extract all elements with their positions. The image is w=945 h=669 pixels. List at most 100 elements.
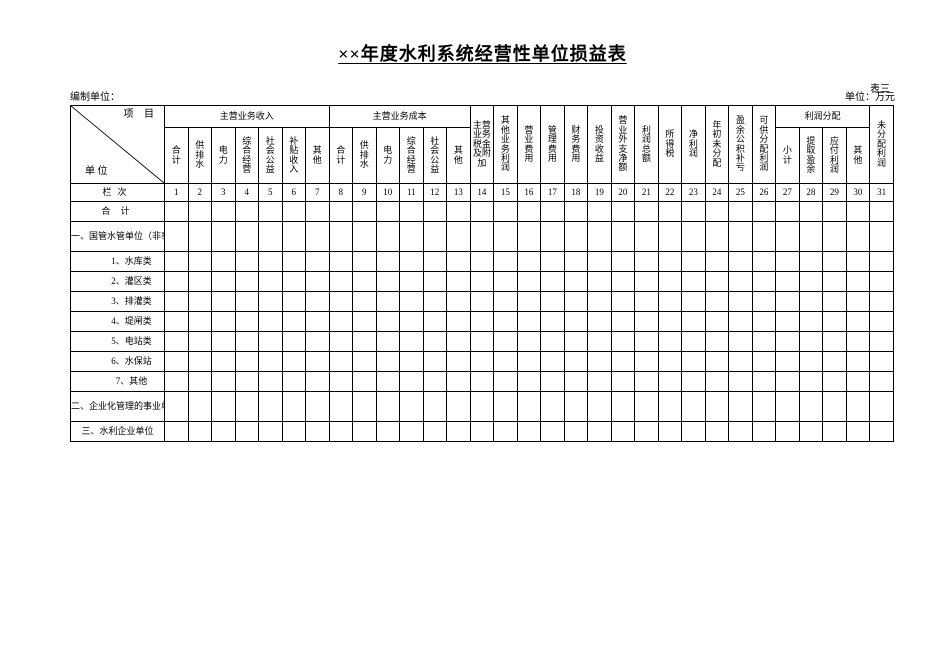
col-header: 未 分 配 利 润 — [870, 106, 894, 184]
column-number: 24 — [705, 184, 729, 202]
data-cell — [870, 392, 894, 422]
data-cell — [376, 422, 400, 442]
data-cell — [165, 352, 189, 372]
data-cell — [282, 252, 306, 272]
data-cell — [423, 422, 447, 442]
row-label: 4、堤闸类 — [71, 312, 165, 332]
data-cell — [658, 392, 682, 422]
data-cell — [353, 372, 377, 392]
data-cell — [611, 202, 635, 222]
data-cell — [423, 252, 447, 272]
data-cell — [282, 332, 306, 352]
data-cell — [658, 332, 682, 352]
data-cell — [376, 272, 400, 292]
data-cell — [353, 352, 377, 372]
data-cell — [682, 312, 706, 332]
data-cell — [353, 312, 377, 332]
data-cell — [541, 372, 565, 392]
data-cell — [870, 312, 894, 332]
data-cell — [306, 202, 330, 222]
data-cell — [658, 372, 682, 392]
corner-cell: 项 目 单 位 — [71, 106, 165, 184]
data-cell — [235, 222, 259, 252]
data-cell — [212, 252, 236, 272]
data-cell — [611, 222, 635, 252]
data-cell — [729, 202, 753, 222]
data-cell — [188, 352, 212, 372]
data-cell — [329, 332, 353, 352]
column-number: 5 — [259, 184, 283, 202]
row-label: 5、电站类 — [71, 332, 165, 352]
data-cell — [611, 332, 635, 352]
data-cell — [729, 272, 753, 292]
data-cell — [588, 202, 612, 222]
column-number: 23 — [682, 184, 706, 202]
table-row: 一、国管水管单位（非事业化） — [71, 222, 894, 252]
data-cell — [259, 222, 283, 252]
data-cell — [588, 292, 612, 312]
table-row: 2、灌区类 — [71, 272, 894, 292]
data-cell — [611, 372, 635, 392]
data-cell — [235, 352, 259, 372]
data-cell — [611, 292, 635, 312]
col-header: 其 他 — [306, 128, 330, 184]
data-cell — [517, 372, 541, 392]
data-cell — [776, 222, 800, 252]
table-row: 3、排灌类 — [71, 292, 894, 312]
data-cell — [165, 222, 189, 252]
data-cell — [776, 332, 800, 352]
data-cell — [658, 222, 682, 252]
header-group-row: 项 目 单 位 主营业务收入 主营业务成本 主营 业务 税金 及附 加 其 他 … — [71, 106, 894, 128]
data-cell — [259, 422, 283, 442]
data-cell — [423, 352, 447, 372]
data-cell — [776, 352, 800, 372]
data-cell — [517, 202, 541, 222]
data-cell — [470, 352, 494, 372]
data-cell — [658, 272, 682, 292]
table-row: 5、电站类 — [71, 332, 894, 352]
column-number: 8 — [329, 184, 353, 202]
data-cell — [494, 312, 518, 332]
data-cell — [470, 252, 494, 272]
data-cell — [682, 272, 706, 292]
data-cell — [329, 392, 353, 422]
data-cell — [188, 272, 212, 292]
data-cell — [447, 312, 471, 332]
data-cell — [400, 292, 424, 312]
data-cell — [376, 392, 400, 422]
data-cell — [682, 202, 706, 222]
data-cell — [541, 352, 565, 372]
column-number: 27 — [776, 184, 800, 202]
data-cell — [353, 202, 377, 222]
data-cell — [259, 312, 283, 332]
data-cell — [729, 352, 753, 372]
data-cell — [353, 292, 377, 312]
data-cell — [282, 352, 306, 372]
data-cell — [423, 272, 447, 292]
group-profit-dist: 利润分配 — [776, 106, 870, 128]
data-cell — [564, 332, 588, 352]
data-cell — [823, 332, 847, 352]
data-cell — [447, 372, 471, 392]
row-label: 1、水库类 — [71, 252, 165, 272]
column-number: 15 — [494, 184, 518, 202]
column-number: 22 — [658, 184, 682, 202]
data-cell — [282, 312, 306, 332]
data-cell — [353, 332, 377, 352]
data-cell — [306, 422, 330, 442]
data-cell — [541, 272, 565, 292]
row-label: 2、灌区类 — [71, 272, 165, 292]
data-cell — [682, 422, 706, 442]
data-cell — [259, 392, 283, 422]
row-label: 7、其他 — [71, 372, 165, 392]
data-cell — [165, 422, 189, 442]
data-cell — [212, 222, 236, 252]
column-number-label: 栏次 — [71, 184, 165, 202]
data-cell — [494, 422, 518, 442]
col-header: 合 计 — [165, 128, 189, 184]
data-cell — [306, 222, 330, 252]
data-cell — [235, 272, 259, 292]
data-cell — [541, 202, 565, 222]
data-cell — [799, 202, 823, 222]
data-cell — [212, 312, 236, 332]
